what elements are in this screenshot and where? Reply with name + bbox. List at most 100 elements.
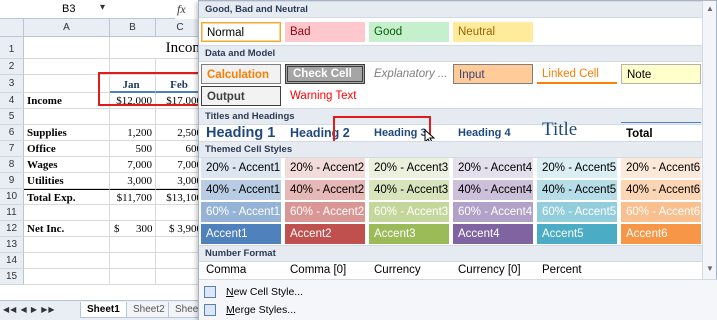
style-60-accent3[interactable]: 60% - Accent3: [369, 202, 449, 222]
style-currency[interactable]: Currency: [369, 260, 449, 280]
sheet-row: 13: [0, 237, 205, 253]
style-20-accent2[interactable]: 20% - Accent2: [285, 158, 365, 178]
cell-a15[interactable]: [24, 269, 110, 285]
style-40-accent5[interactable]: 40% - Accent5: [537, 180, 617, 200]
row-header[interactable]: 3: [0, 75, 24, 93]
income-title-cell[interactable]: Incom: [110, 37, 205, 59]
style-40-accent1[interactable]: 40% - Accent1: [201, 180, 281, 200]
cell-b5[interactable]: [110, 109, 156, 125]
cell-b11[interactable]: [110, 205, 156, 221]
row-header[interactable]: 11: [0, 205, 24, 221]
style-60-accent4[interactable]: 60% - Accent4: [453, 202, 533, 222]
cell-a5[interactable]: [24, 109, 110, 125]
row-header[interactable]: 6: [0, 125, 24, 141]
scroll-down-icon[interactable]: ▼: [705, 264, 715, 274]
column-header-a[interactable]: A: [24, 19, 110, 37]
cell-a10[interactable]: Total Exp.: [24, 189, 110, 205]
function-icon[interactable]: fx: [177, 2, 186, 17]
style-check-cell[interactable]: Check Cell: [285, 64, 365, 84]
cell-b8[interactable]: 7,000: [110, 157, 156, 173]
gallery-menu: New Cell Style... Merge Styles...: [199, 279, 717, 320]
style-note[interactable]: Note: [621, 64, 701, 84]
name-box-value: B3: [62, 3, 76, 15]
select-all-corner[interactable]: [0, 19, 24, 37]
style-60-accent1[interactable]: 60% - Accent1: [201, 202, 281, 222]
tab-sheet1[interactable]: Sheet1: [80, 302, 127, 318]
cell-b13[interactable]: [110, 237, 156, 253]
style-20-accent4[interactable]: 20% - Accent4: [453, 158, 533, 178]
cell-a13[interactable]: [24, 237, 110, 253]
merge-styles-menu-item[interactable]: Merge Styles...: [204, 301, 504, 319]
row-header[interactable]: 13: [0, 237, 24, 253]
style-comma[interactable]: Comma: [201, 260, 281, 280]
row-header[interactable]: 15: [0, 269, 24, 285]
cell-a8[interactable]: Wages: [24, 157, 110, 173]
style-60-accent2[interactable]: 60% - Accent2: [285, 202, 365, 222]
style-input[interactable]: Input: [453, 64, 533, 84]
style-accent5[interactable]: Accent5: [537, 224, 617, 244]
style-accent1[interactable]: Accent1: [201, 224, 281, 244]
gallery-scrollbar[interactable]: ▲ ▼: [702, 1, 716, 279]
row-header[interactable]: 8: [0, 157, 24, 173]
cell-b15[interactable]: [110, 269, 156, 285]
style-20-accent5[interactable]: 20% - Accent5: [537, 158, 617, 178]
style-currency-0[interactable]: Currency [0]: [453, 260, 533, 280]
style-accent3[interactable]: Accent3: [369, 224, 449, 244]
style-linked-cell[interactable]: Linked Cell: [537, 64, 617, 84]
column-header-b[interactable]: B: [110, 19, 156, 37]
style-20-accent1[interactable]: 20% - Accent1: [201, 158, 281, 178]
style-60-accent6[interactable]: 60% - Accent6: [621, 202, 701, 222]
style-accent2[interactable]: Accent2: [285, 224, 365, 244]
style-40-accent6[interactable]: 40% - Accent6: [621, 180, 701, 200]
sheet-row: 6 Supplies 1,200 2,500: [0, 125, 205, 141]
style-accent6[interactable]: Accent6: [621, 224, 701, 244]
style-warning-text[interactable]: Warning Text: [285, 86, 365, 106]
cell-a14[interactable]: [24, 253, 110, 269]
new-style-accel: N: [226, 286, 234, 298]
cell-b6[interactable]: 1,200: [110, 125, 156, 141]
style-60-accent5[interactable]: 60% - Accent5: [537, 202, 617, 222]
style-output[interactable]: Output: [201, 86, 281, 106]
name-box[interactable]: B3 ▾ fx: [0, 0, 186, 19]
row-header[interactable]: 10: [0, 189, 24, 205]
cell-b12[interactable]: $ 300: [110, 221, 156, 237]
row-header[interactable]: 14: [0, 253, 24, 269]
style-20-accent6[interactable]: 20% - Accent6: [621, 158, 701, 178]
cell-a7[interactable]: Office: [24, 141, 110, 157]
style-40-accent4[interactable]: 40% - Accent4: [453, 180, 533, 200]
tab-sheet2[interactable]: Sheet2: [126, 302, 172, 318]
row-header[interactable]: 2: [0, 59, 24, 75]
cell-a11[interactable]: [24, 205, 110, 221]
cell-b14[interactable]: [110, 253, 156, 269]
style-40-accent3[interactable]: 40% - Accent3: [369, 180, 449, 200]
style-good[interactable]: Good: [369, 22, 449, 42]
row-header[interactable]: 5: [0, 109, 24, 125]
style-title[interactable]: Title: [537, 118, 617, 142]
row-header[interactable]: 9: [0, 173, 24, 189]
style-accent4[interactable]: Accent4: [453, 224, 533, 244]
style-calculation[interactable]: Calculation: [201, 64, 281, 84]
tab-scroll-icons[interactable]: ◀◀ ◀ ▶ ▶▶: [3, 305, 56, 314]
style-comma-0[interactable]: Comma [0]: [285, 260, 365, 280]
row-header[interactable]: 1: [0, 37, 24, 59]
new-cell-style-menu-item[interactable]: New Cell Style...: [204, 283, 504, 301]
style-percent[interactable]: Percent: [537, 260, 617, 280]
cell-a1[interactable]: [24, 37, 110, 59]
row-header[interactable]: 4: [0, 93, 24, 109]
cell-b10[interactable]: $11,700: [110, 189, 156, 205]
cell-a9[interactable]: Utilities: [24, 173, 110, 189]
chevron-down-icon[interactable]: ▾: [100, 2, 105, 13]
row-header[interactable]: 12: [0, 221, 24, 237]
style-explanatory[interactable]: Explanatory ...: [369, 64, 449, 84]
cell-a12[interactable]: Net Inc.: [24, 221, 110, 237]
row-header[interactable]: 7: [0, 141, 24, 157]
style-bad[interactable]: Bad: [285, 22, 365, 42]
style-normal[interactable]: Normal: [201, 22, 281, 42]
cell-b7[interactable]: 500: [110, 141, 156, 157]
cell-a6[interactable]: Supplies: [24, 125, 110, 141]
scroll-up-icon[interactable]: ▲: [705, 4, 715, 14]
style-40-accent2[interactable]: 40% - Accent2: [285, 180, 365, 200]
cell-b9[interactable]: 3,000: [110, 173, 156, 189]
style-neutral[interactable]: Neutral: [453, 22, 533, 42]
style-20-accent3[interactable]: 20% - Accent3: [369, 158, 449, 178]
